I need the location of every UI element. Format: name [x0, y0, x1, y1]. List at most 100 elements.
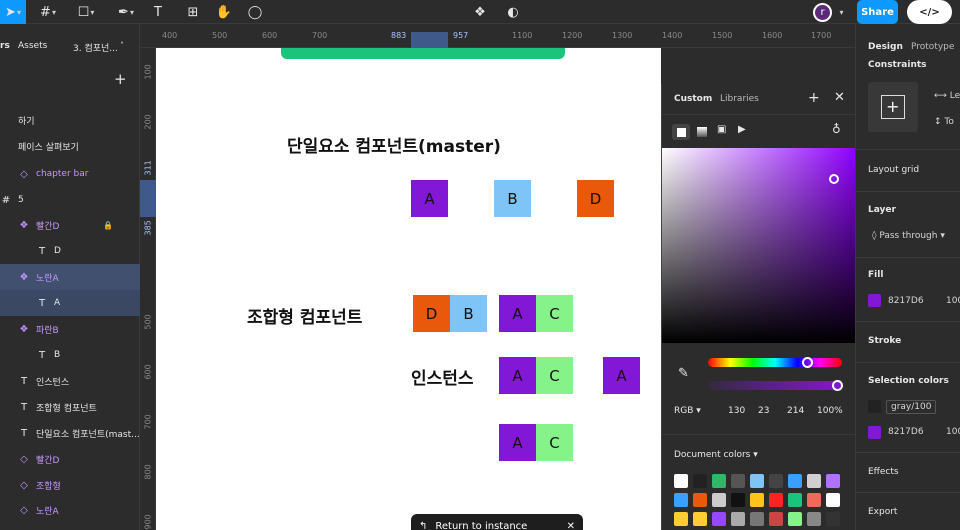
image-fill-icon[interactable]: ▣: [717, 124, 726, 135]
document-color-swatch[interactable]: [693, 493, 707, 507]
document-color-swatch[interactable]: [731, 493, 745, 507]
horizontal-constraint[interactable]: ⟷ Le: [934, 91, 960, 101]
document-color-swatch[interactable]: [826, 474, 840, 488]
combo-box-c[interactable]: C: [536, 295, 573, 332]
tab-custom[interactable]: Custom: [674, 94, 712, 104]
selection-color-swatch-2[interactable]: [868, 426, 881, 439]
fill-swatch[interactable]: [868, 294, 881, 307]
document-color-swatch[interactable]: [712, 512, 726, 526]
alpha-handle[interactable]: [832, 380, 843, 391]
document-color-swatch[interactable]: [807, 474, 821, 488]
green-value[interactable]: 23: [758, 406, 769, 416]
share-button[interactable]: Share: [857, 0, 898, 24]
add-page-button[interactable]: +: [114, 70, 127, 88]
instance-box-c[interactable]: C: [536, 357, 573, 394]
close-icon[interactable]: ✕: [834, 90, 845, 105]
chevron-up-icon[interactable]: ˄: [120, 41, 124, 50]
hue-slider[interactable]: [708, 357, 842, 368]
combo-component-title[interactable]: 조합형 컴포넌트: [247, 303, 362, 328]
solid-fill-icon[interactable]: [672, 124, 690, 140]
selection-color-swatch-1[interactable]: [868, 400, 881, 413]
layer-item[interactable]: ◇ 빨간D: [0, 446, 140, 472]
return-to-instance-bar[interactable]: ↰ Return to instance ✕: [411, 514, 583, 530]
document-color-swatch[interactable]: [674, 493, 688, 507]
tab-design[interactable]: Design: [868, 42, 903, 52]
fill-opacity[interactable]: 100: [946, 296, 960, 306]
document-color-swatch[interactable]: [769, 493, 783, 507]
instance-box-a[interactable]: A: [499, 357, 536, 394]
mask-button[interactable]: ◐: [503, 0, 523, 24]
design-canvas[interactable]: 단일요소 컴포넌트(master) A B D 조합형 컴포넌트 D B A C…: [156, 48, 661, 530]
layer-item[interactable]: ◇ 노란A: [0, 497, 140, 523]
document-color-swatch[interactable]: [826, 493, 840, 507]
avatar[interactable]: r: [813, 3, 832, 22]
tab-assets[interactable]: Assets: [18, 41, 47, 51]
layer-item[interactable]: T 단일요소 컴포넌트(mast...: [0, 420, 140, 446]
document-color-swatch[interactable]: [750, 512, 764, 526]
stroke-heading[interactable]: Stroke: [868, 336, 901, 346]
tab-prototype[interactable]: Prototype: [911, 42, 954, 52]
instance-title[interactable]: 인스턴스: [411, 364, 474, 389]
hue-handle[interactable]: [802, 357, 813, 368]
document-color-swatch[interactable]: [731, 512, 745, 526]
document-color-swatch[interactable]: [693, 474, 707, 488]
layer-item[interactable]: T 인스턴스: [0, 368, 140, 394]
saturation-handle[interactable]: [829, 174, 839, 184]
vertical-constraint[interactable]: ↕ To: [934, 117, 954, 127]
document-color-swatch[interactable]: [769, 474, 783, 488]
tab-layers[interactable]: rs: [0, 41, 10, 51]
document-color-swatch[interactable]: [693, 512, 707, 526]
plus-icon[interactable]: +: [808, 90, 820, 106]
single-component-title[interactable]: 단일요소 컴포넌트(master): [287, 132, 501, 157]
resources-button[interactable]: ⊞: [183, 0, 203, 24]
red-value[interactable]: 130: [728, 406, 745, 416]
document-color-swatch[interactable]: [712, 474, 726, 488]
layer-item[interactable]: ❖ 파란B: [0, 316, 140, 342]
document-color-swatch[interactable]: [750, 493, 764, 507]
fill-hex[interactable]: 8217D6: [888, 296, 924, 306]
instance-box-c-2[interactable]: C: [536, 424, 573, 461]
layer-item[interactable]: ◇ chapter bar: [0, 161, 140, 187]
saturation-field[interactable]: [662, 148, 856, 343]
document-color-swatch[interactable]: [750, 474, 764, 488]
layer-item[interactable]: ❖ 빨간D 🔒: [0, 212, 140, 238]
video-fill-icon[interactable]: ▶: [738, 124, 746, 135]
document-color-swatch[interactable]: [731, 474, 745, 488]
combo-box-a[interactable]: A: [499, 295, 536, 332]
blend-mode-select[interactable]: ◊ Pass through ▾: [872, 231, 945, 241]
document-color-swatch[interactable]: [788, 512, 802, 526]
combo-box-b[interactable]: B: [450, 295, 487, 332]
chevron-down-icon[interactable]: ▾: [835, 0, 847, 24]
constraints-widget[interactable]: +: [868, 82, 918, 132]
combo-box-d[interactable]: D: [413, 295, 450, 332]
component-button[interactable]: ❖: [470, 0, 490, 24]
eyedropper-icon[interactable]: ✎: [678, 366, 689, 381]
document-colors-label[interactable]: Document colors ▾: [674, 450, 758, 460]
alpha-slider[interactable]: [708, 380, 843, 391]
selection-color-style[interactable]: gray/100: [886, 400, 937, 414]
layer-item[interactable]: 하기: [0, 107, 140, 133]
document-color-swatch[interactable]: [769, 512, 783, 526]
instance-box-a-single[interactable]: A: [603, 357, 640, 394]
effects-heading[interactable]: Effects: [868, 467, 899, 477]
master-box-b[interactable]: B: [494, 180, 531, 217]
layer-item[interactable]: TD: [0, 238, 140, 264]
layer-item[interactable]: #5: [0, 187, 140, 213]
hand-tool-button[interactable]: ✋: [214, 0, 234, 24]
selection-color-opacity[interactable]: 100: [946, 427, 960, 437]
tab-libraries[interactable]: Libraries: [720, 94, 759, 104]
dev-mode-button[interactable]: </>: [907, 0, 952, 24]
master-box-a[interactable]: A: [411, 180, 448, 217]
comment-tool-button[interactable]: ◯: [245, 0, 265, 24]
layer-item[interactable]: TA: [0, 290, 140, 316]
lock-icon[interactable]: 🔒: [103, 221, 113, 230]
shape-tool-button[interactable]: ☐ ▾: [72, 0, 100, 24]
document-color-swatch[interactable]: [674, 474, 688, 488]
document-color-swatch[interactable]: [826, 512, 840, 526]
layer-item[interactable]: ❖ 노란A: [0, 264, 140, 290]
selection-color-hex[interactable]: 8217D6: [888, 427, 924, 437]
layout-grid-heading[interactable]: Layout grid: [868, 165, 919, 175]
layer-item[interactable]: TB: [0, 342, 140, 368]
document-color-swatch[interactable]: [807, 512, 821, 526]
master-box-d[interactable]: D: [577, 180, 614, 217]
